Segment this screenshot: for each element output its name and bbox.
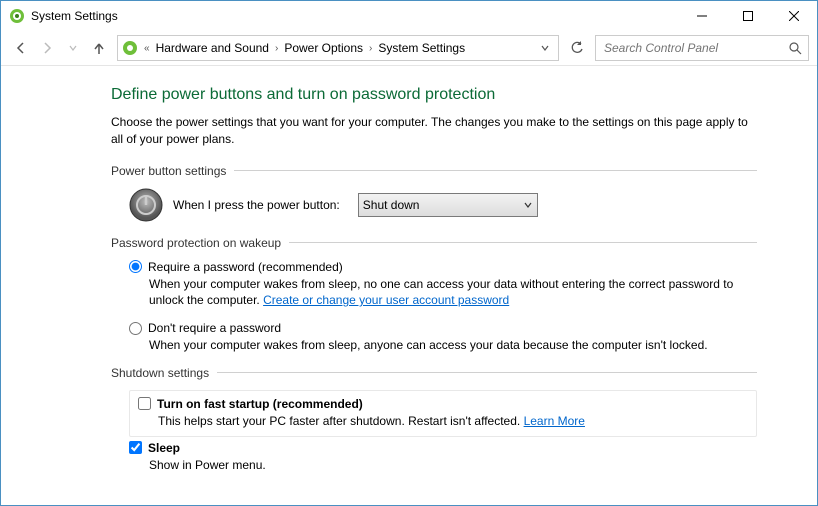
radio-no-password[interactable]: Don't require a password <box>129 321 757 335</box>
search-box[interactable] <box>595 35 809 61</box>
chevron-right-icon: « <box>142 43 152 54</box>
radio-label: Require a password (recommended) <box>148 260 343 274</box>
checkbox-description: Show in Power menu. <box>149 457 757 474</box>
section-header-password: Password protection on wakeup <box>111 236 757 250</box>
checkbox-label: Turn on fast startup (recommended) <box>157 397 363 411</box>
refresh-button[interactable] <box>565 36 589 60</box>
app-icon <box>9 8 25 24</box>
titlebar: System Settings <box>1 1 817 31</box>
search-icon <box>789 42 802 55</box>
checkbox-fast-startup[interactable]: Turn on fast startup (recommended) <box>138 397 748 411</box>
chevron-right-icon: › <box>273 43 280 54</box>
search-input[interactable] <box>602 40 789 56</box>
minimize-button[interactable] <box>679 1 725 31</box>
checkbox-sleep[interactable]: Sleep <box>129 441 757 455</box>
section-header-shutdown: Shutdown settings <box>111 366 757 380</box>
checkbox-input[interactable] <box>129 441 142 454</box>
back-button[interactable] <box>9 36 33 60</box>
breadcrumb-item[interactable]: Power Options <box>280 41 367 55</box>
page-title: Define power buttons and turn on passwor… <box>111 86 757 104</box>
power-button-label: When I press the power button: <box>173 198 340 212</box>
address-dropdown-icon[interactable] <box>536 43 554 53</box>
chevron-down-icon <box>523 200 533 210</box>
navigation-bar: « Hardware and Sound › Power Options › S… <box>1 31 817 66</box>
radio-description: When your computer wakes from sleep, no … <box>149 276 757 310</box>
radio-label: Don't require a password <box>148 321 281 335</box>
page-description: Choose the power settings that you want … <box>111 114 757 148</box>
change-password-link[interactable]: Create or change your user account passw… <box>263 293 509 307</box>
up-button[interactable] <box>87 36 111 60</box>
address-icon <box>122 40 138 56</box>
checkbox-description: This helps start your PC faster after sh… <box>158 413 748 430</box>
radio-input[interactable] <box>129 322 142 335</box>
checkbox-label: Sleep <box>148 441 180 455</box>
address-bar[interactable]: « Hardware and Sound › Power Options › S… <box>117 35 559 61</box>
radio-description: When your computer wakes from sleep, any… <box>149 337 757 354</box>
learn-more-link[interactable]: Learn More <box>524 414 585 428</box>
section-label: Shutdown settings <box>111 366 209 380</box>
chevron-right-icon: › <box>367 43 374 54</box>
breadcrumb-item[interactable]: Hardware and Sound <box>152 41 273 55</box>
power-icon <box>129 188 163 222</box>
radio-input[interactable] <box>129 260 142 273</box>
recent-dropdown[interactable] <box>61 36 85 60</box>
fast-startup-option: Turn on fast startup (recommended) This … <box>129 390 757 437</box>
section-label: Power button settings <box>111 164 226 178</box>
window-title: System Settings <box>31 9 118 23</box>
maximize-button[interactable] <box>725 1 771 31</box>
section-label: Password protection on wakeup <box>111 236 281 250</box>
forward-button[interactable] <box>35 36 59 60</box>
content-area: Define power buttons and turn on passwor… <box>1 66 817 504</box>
breadcrumb-item[interactable]: System Settings <box>374 41 469 55</box>
close-button[interactable] <box>771 1 817 31</box>
radio-require-password[interactable]: Require a password (recommended) <box>129 260 757 274</box>
checkbox-input[interactable] <box>138 397 151 410</box>
select-value: Shut down <box>363 198 420 212</box>
power-action-select[interactable]: Shut down <box>358 193 538 217</box>
section-header-power-button: Power button settings <box>111 164 757 178</box>
